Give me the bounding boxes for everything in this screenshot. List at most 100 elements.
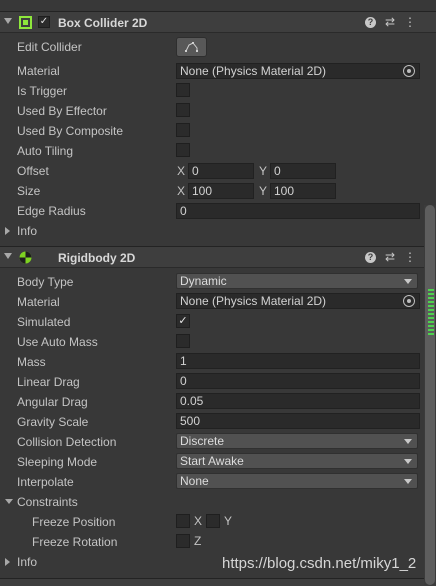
auto-tiling-checkbox[interactable]	[176, 143, 190, 157]
use-auto-mass-checkbox[interactable]	[176, 334, 190, 348]
rb-info-foldout[interactable]: Info	[17, 552, 37, 572]
help-icon[interactable]: ?	[365, 17, 376, 28]
watermark-text: https://blog.csdn.net/miky1_2	[222, 555, 417, 572]
used-by-composite-label: Used By Composite	[17, 124, 124, 138]
body-type-label: Body Type	[17, 275, 74, 289]
offset-x-field[interactable]: 0	[188, 163, 254, 179]
scroll-marker	[428, 293, 434, 295]
scroll-marker	[428, 301, 434, 303]
gravity-scale-label: Gravity Scale	[17, 415, 89, 429]
use-auto-mass-label: Use Auto Mass	[17, 335, 98, 349]
sleeping-mode-value: Start Awake	[180, 454, 244, 468]
size-y-field[interactable]: 100	[270, 183, 336, 199]
mass-label: Mass	[17, 355, 46, 369]
scroll-marker	[428, 325, 434, 327]
edit-collider-button[interactable]	[176, 37, 207, 57]
mass-field[interactable]: 1	[176, 353, 420, 369]
rigidbody-icon	[19, 251, 32, 264]
edge-radius-label: Edge Radius	[17, 204, 86, 218]
linear-drag-field[interactable]: 0	[176, 373, 420, 389]
dropdown-arrow-icon	[404, 459, 412, 464]
scroll-marker	[428, 317, 434, 319]
auto-tiling-label: Auto Tiling	[17, 144, 74, 158]
freeze-position-x-checkbox[interactable]	[176, 514, 190, 528]
is-trigger-checkbox[interactable]	[176, 83, 190, 97]
edit-collider-label: Edit Collider	[17, 40, 82, 54]
constraints-foldout-icon[interactable]	[5, 499, 13, 504]
presets-icon[interactable]: ⇄	[383, 250, 397, 264]
scroll-marker	[428, 305, 434, 307]
used-by-effector-label: Used By Effector	[17, 104, 107, 118]
component-title: Rigidbody 2D	[58, 251, 136, 265]
collision-detection-dropdown[interactable]: Discrete	[176, 433, 418, 449]
scroll-marker	[428, 321, 434, 323]
freeze-rotation-z-label: Z	[194, 534, 202, 548]
used-by-effector-checkbox[interactable]	[176, 103, 190, 117]
interpolate-label: Interpolate	[17, 475, 74, 489]
material-object-field[interactable]: None (Physics Material 2D)	[176, 63, 420, 79]
collision-detection-value: Discrete	[180, 434, 225, 448]
material-value: None (Physics Material 2D)	[180, 64, 327, 78]
scroll-marker	[428, 309, 434, 311]
object-picker-icon[interactable]	[403, 295, 415, 307]
scroll-marker	[428, 297, 434, 299]
freeze-position-y-checkbox[interactable]	[206, 514, 220, 528]
angular-drag-field[interactable]: 0.05	[176, 393, 420, 409]
collision-detection-label: Collision Detection	[17, 435, 117, 449]
scroll-marker	[428, 313, 434, 315]
component-menu-icon[interactable]: ⋮	[403, 15, 417, 29]
component-title: Box Collider 2D	[58, 16, 148, 30]
offset-y-label: Y	[259, 164, 268, 178]
freeze-position-label: Freeze Position	[32, 515, 116, 529]
body-type-value: Dynamic	[180, 274, 227, 288]
scrollbar-thumb[interactable]	[425, 205, 435, 585]
info-foldout-icon[interactable]	[5, 227, 10, 235]
edit-collider-icon	[185, 42, 198, 52]
edge-radius-field[interactable]: 0	[176, 203, 420, 219]
offset-label: Offset	[17, 164, 49, 178]
freeze-position-x-label: X	[194, 514, 203, 528]
collapse-arrow-icon[interactable]	[4, 18, 12, 24]
interpolate-dropdown[interactable]: None	[176, 473, 418, 489]
dropdown-arrow-icon	[404, 479, 412, 484]
collapse-arrow-icon[interactable]	[4, 253, 12, 259]
presets-icon[interactable]: ⇄	[383, 15, 397, 29]
size-y-label: Y	[259, 184, 268, 198]
rb-material-value: None (Physics Material 2D)	[180, 294, 327, 308]
angular-drag-label: Angular Drag	[17, 395, 88, 409]
size-x-field[interactable]: 100	[188, 183, 254, 199]
offset-x-label: X	[177, 164, 186, 178]
material-label: Material	[17, 64, 60, 78]
simulated-checkbox[interactable]: ✓	[176, 314, 190, 328]
info-foldout[interactable]: Info	[17, 221, 37, 241]
component-menu-icon[interactable]: ⋮	[403, 250, 417, 264]
scroll-marker	[428, 329, 434, 331]
rigidbody-header[interactable]: Rigidbody 2D ? ⇄ ⋮	[0, 246, 436, 268]
box-collider-header[interactable]: ✓ Box Collider 2D ? ⇄ ⋮	[0, 11, 436, 33]
scroll-marker	[428, 333, 434, 335]
rb-material-object-field[interactable]: None (Physics Material 2D)	[176, 293, 420, 309]
inspector-scrollbar[interactable]	[424, 205, 436, 585]
interpolate-value: None	[180, 474, 209, 488]
rb-material-label: Material	[17, 295, 60, 309]
freeze-rotation-z-checkbox[interactable]	[176, 534, 190, 548]
used-by-composite-checkbox[interactable]	[176, 123, 190, 137]
sleeping-mode-dropdown[interactable]: Start Awake	[176, 453, 418, 469]
help-icon[interactable]: ?	[365, 252, 376, 263]
freeze-position-y-label: Y	[224, 514, 233, 528]
object-picker-icon[interactable]	[403, 65, 415, 77]
simulated-label: Simulated	[17, 315, 71, 329]
dropdown-arrow-icon	[404, 439, 412, 444]
body-type-dropdown[interactable]: Dynamic	[176, 273, 418, 289]
rb-info-foldout-icon[interactable]	[5, 558, 10, 566]
dropdown-arrow-icon	[404, 279, 412, 284]
linear-drag-label: Linear Drag	[17, 375, 80, 389]
component-enabled-checkbox[interactable]: ✓	[38, 16, 50, 28]
is-trigger-label: Is Trigger	[17, 84, 68, 98]
scroll-marker	[428, 289, 434, 291]
freeze-rotation-label: Freeze Rotation	[32, 535, 118, 549]
size-x-label: X	[177, 184, 186, 198]
constraints-foldout[interactable]: Constraints	[17, 492, 78, 512]
gravity-scale-field[interactable]: 500	[176, 413, 420, 429]
offset-y-field[interactable]: 0	[270, 163, 336, 179]
